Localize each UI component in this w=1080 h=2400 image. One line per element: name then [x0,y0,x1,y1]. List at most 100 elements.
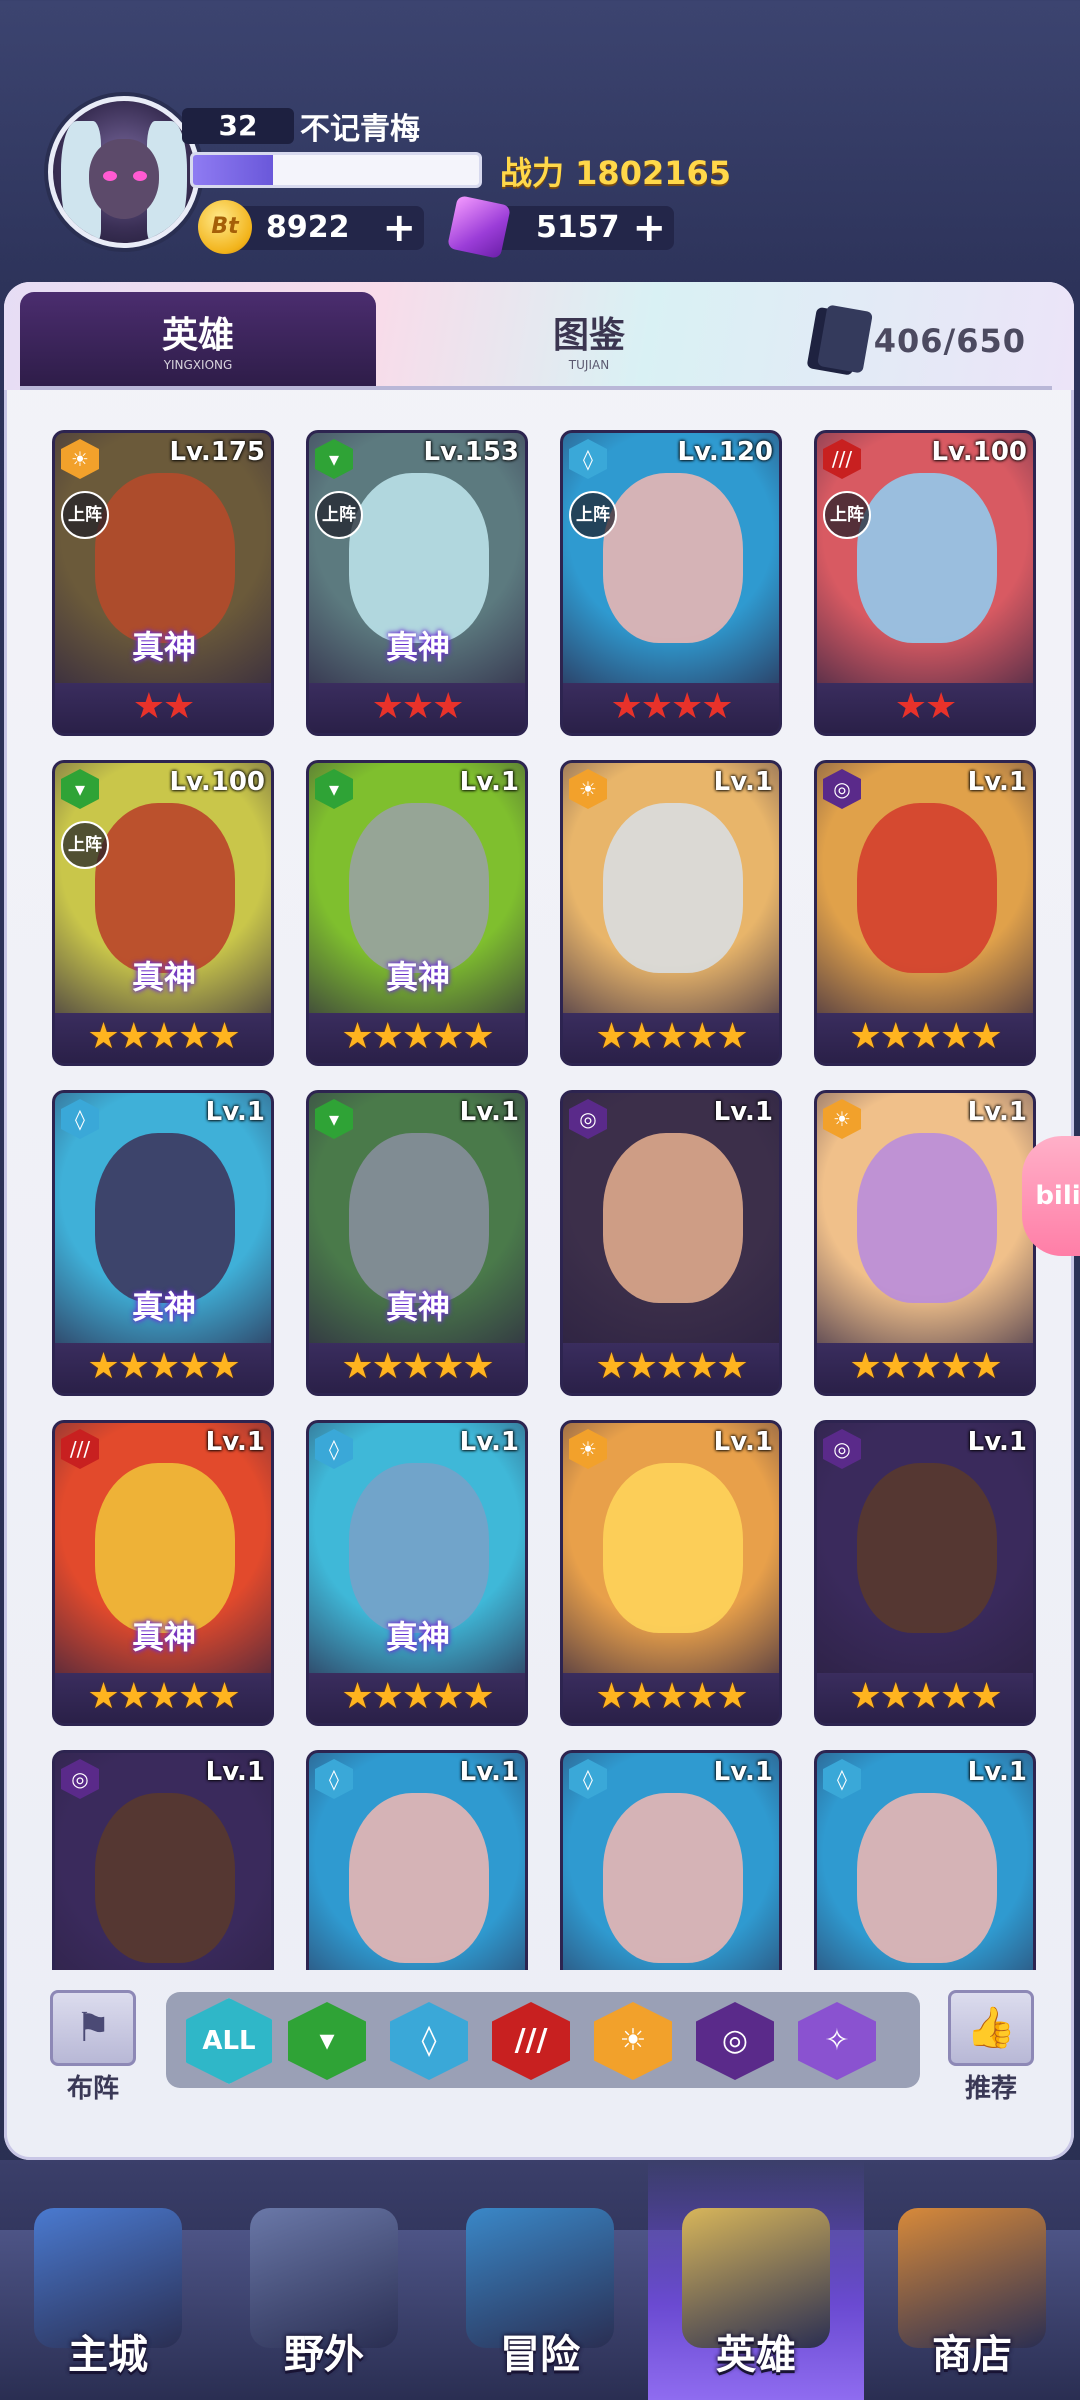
filter-leaf-button[interactable]: ▾ [288,2002,366,2080]
hero-card[interactable]: ▾ Lv.1 真神 ★★★★★ [306,760,528,1066]
hero-figure [95,803,235,973]
player-name: 不记青梅 [300,112,420,147]
recommend-button[interactable]: 👍 推荐 [946,1990,1036,2104]
hero-card[interactable]: ☀ Lv.175 上阵 真神 ★★ [52,430,274,736]
bilibili-float-badge[interactable]: bili [1022,1136,1080,1256]
nav-adventure-label: 冒险 [500,2332,580,2378]
nav-main-city-label: 主城 [68,2332,148,2378]
star-rating: ★★★★★ [55,1673,271,1723]
hero-level: Lv.1 [713,1427,773,1457]
hero-card[interactable]: ▾ Lv.100 上阵 真神 ★★★★★ [52,760,274,1066]
hero-card[interactable]: ▾ Lv.1 真神 ★★★★★ [306,1090,528,1396]
filter-all-button[interactable]: ALL [186,1998,272,2084]
hero-figure [857,1463,997,1633]
hero-card[interactable]: ☀ Lv.1 ★★★★★ [814,1090,1036,1396]
hero-count: 406/650 [873,322,1026,360]
flag-icon: ⚑ [50,1990,136,2066]
hero-figure [857,473,997,643]
hero-level: Lv.1 [967,1757,1027,1787]
filter-star-button[interactable]: ✧ [798,2002,876,2080]
hero-level: Lv.1 [459,1427,519,1457]
nav-hero[interactable]: 英雄 [648,2160,864,2400]
add-coin-button[interactable]: + [382,206,416,250]
true-god-tag: 真神 [131,1618,196,1656]
star-rating: ★★★★★ [563,1013,779,1063]
hero-figure [349,1793,489,1963]
player-level: 32 [182,108,294,144]
star-rating: ★★★★ [563,683,779,733]
hero-card[interactable]: ☀ Lv.1 ★★★★★ [560,1420,782,1726]
hero-card[interactable]: ◎ Lv.1 ★★★★★ [560,1090,782,1396]
player-avatar[interactable] [48,96,200,248]
filter-void-button[interactable]: ◎ [696,2002,774,2080]
hero-figure [95,1793,235,1963]
hero-level: Lv.1 [713,767,773,797]
tab-atlas-label: 图鉴 [552,315,625,356]
nav-shop-label: 商店 [932,2332,1012,2378]
hero-level: Lv.1 [205,1757,265,1787]
hero-card[interactable]: ◊ Lv.1 [814,1750,1036,1970]
hero-figure [95,1133,235,1303]
star-rating: ★★★★★ [55,1343,271,1393]
player-header: 32 不记青梅 战力 1802165 Bt 8922 + 5157 + [0,0,1080,290]
tab-atlas[interactable]: 图鉴 TUJIAN [424,292,754,390]
add-gem-button[interactable]: + [632,206,666,250]
true-god-tag: 真神 [131,628,196,666]
hero-figure [857,803,997,973]
avatar-face [89,139,159,219]
hero-card[interactable]: ◊ Lv.1 [560,1750,782,1970]
filter-claw-button[interactable]: /// [492,2002,570,2080]
tab-hero[interactable]: 英雄 YINGXIONG [20,292,376,390]
cards-icon [816,304,874,374]
hero-card[interactable]: ◎ Lv.1 ★★★★★ [814,760,1036,1066]
deployed-badge: 上阵 [61,821,109,869]
hero-card[interactable]: ◎ Lv.1 ★★★★★ [814,1420,1036,1726]
deployed-badge: 上阵 [823,491,871,539]
hero-card[interactable]: ◊ Lv.1 真神 ★★★★★ [306,1420,528,1726]
tab-hero-label: 英雄 [161,315,234,356]
avatar-eye [103,171,117,181]
recommend-label: 推荐 [964,2074,1017,2104]
formation-label: 布阵 [66,2074,119,2104]
star-rating: ★★ [55,683,271,733]
deployed-badge: 上阵 [315,491,363,539]
star-rating: ★★★ [309,683,525,733]
coin-counter: Bt 8922 + [198,200,424,254]
true-god-tag: 真神 [385,1288,450,1326]
nav-wild-label: 野外 [284,2332,364,2378]
hero-card[interactable]: ◊ Lv.120 上阵 ★★★★ [560,430,782,736]
nav-shop[interactable]: 商店 [864,2160,1080,2400]
hero-figure [349,473,489,643]
hero-level: Lv.1 [713,1757,773,1787]
hero-card[interactable]: ◊ Lv.1 真神 ★★★★★ [52,1090,274,1396]
gem-icon [446,194,512,260]
power-label: 战力 [500,154,565,192]
filter-bar: ⚑ 布阵 ALL ▾ ◊ /// ☀ ◎ ✧ 👍 推荐 [4,1976,1074,2126]
thumbs-up-icon: 👍 [948,1990,1034,2066]
hero-figure [349,803,489,973]
hero-card[interactable]: ▾ Lv.153 上阵 真神 ★★★ [306,430,528,736]
hero-level: Lv.120 [677,437,773,467]
nav-hero-label: 英雄 [716,2332,796,2378]
hero-card[interactable]: ◎ Lv.1 [52,1750,274,1970]
gem-value: 5157 [536,210,620,245]
filter-water-button[interactable]: ◊ [390,2002,468,2080]
true-god-tag: 真神 [385,958,450,996]
true-god-tag: 真神 [385,1618,450,1656]
nav-main-city[interactable]: 主城 [0,2160,216,2400]
exp-bar [190,152,482,188]
hero-card[interactable]: ///Lv.1 真神 ★★★★★ [52,1420,274,1726]
hero-figure [95,473,235,643]
star-rating: ★★★★★ [817,1013,1033,1063]
filter-sun-button[interactable]: ☀ [594,2002,672,2080]
nav-wild[interactable]: 野外 [216,2160,432,2400]
true-god-tag: 真神 [385,628,450,666]
nav-adventure[interactable]: 冒险 [432,2160,648,2400]
hero-card[interactable]: ///Lv.100 上阵 ★★ [814,430,1036,736]
formation-button[interactable]: ⚑ 布阵 [48,1990,138,2104]
hero-card[interactable]: ☀ Lv.1 ★★★★★ [560,760,782,1066]
hero-card[interactable]: ◊ Lv.1 [306,1750,528,1970]
tab-atlas-sub: TUJIAN [568,358,610,372]
hero-figure [857,1793,997,1963]
hero-grid[interactable]: ☀ Lv.175 上阵 真神 ★★ ▾ Lv.153 上阵 真神 ★★★ ◊ Lv.120 上阵 ★★★★… [52,430,1042,1970]
